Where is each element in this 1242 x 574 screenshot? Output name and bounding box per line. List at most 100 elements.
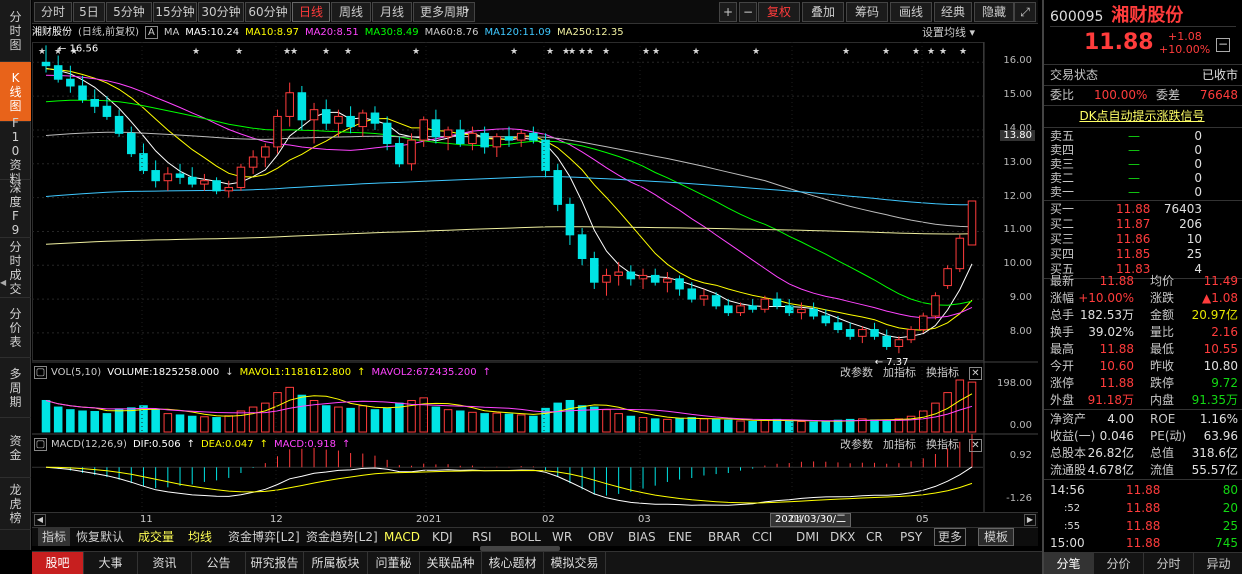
- vol-close-icon[interactable]: ✕: [969, 367, 982, 380]
- event-star-icon[interactable]: ★: [586, 47, 594, 57]
- indicator-tab-9[interactable]: BOLL: [510, 528, 541, 546]
- event-star-icon[interactable]: ★: [959, 47, 967, 57]
- bottom-tab-8[interactable]: 核心题材: [482, 552, 544, 574]
- period-6[interactable]: 日线: [292, 2, 330, 22]
- event-star-icon[interactable]: ★: [546, 47, 554, 57]
- macd-add-indicator[interactable]: 加指标: [883, 438, 916, 451]
- event-star-icon[interactable]: ★: [939, 47, 947, 57]
- macd-edit-params[interactable]: 改参数: [840, 438, 873, 451]
- event-star-icon[interactable]: ★: [568, 47, 576, 57]
- indicator-tab-3[interactable]: 均线: [188, 528, 212, 546]
- bottom-tab-2[interactable]: 资讯: [138, 552, 192, 574]
- event-star-icon[interactable]: ★: [602, 47, 610, 57]
- bottom-tab-0[interactable]: 股吧: [32, 552, 84, 574]
- indicator-tab-16[interactable]: DMI: [796, 528, 819, 546]
- event-star-icon[interactable]: ★: [692, 47, 700, 57]
- indicator-tab-19[interactable]: PSY: [900, 528, 922, 546]
- indicator-tab-10[interactable]: WR: [552, 528, 572, 546]
- toolbar-right-4[interactable]: 筹码: [846, 2, 888, 22]
- indicator-tab-1[interactable]: 恢复默认: [76, 528, 124, 546]
- toolbar-right-6[interactable]: 经典: [934, 2, 972, 22]
- more-periods-dropdown-icon[interactable]: ▾: [465, 6, 469, 15]
- toolbar-right-2[interactable]: 复权: [758, 2, 800, 22]
- indicator-tab-18[interactable]: CR: [866, 528, 883, 546]
- indicator-tab-21[interactable]: 模板: [978, 528, 1015, 546]
- bottom-tab-3[interactable]: 公告: [192, 552, 246, 574]
- event-star-icon[interactable]: ★: [652, 47, 660, 57]
- event-star-icon[interactable]: ★: [235, 47, 243, 57]
- indicator-tab-11[interactable]: OBV: [588, 528, 614, 546]
- period-3[interactable]: 15分钟: [153, 2, 197, 22]
- indicator-tab-4[interactable]: 资金博弈[L2]: [228, 528, 300, 546]
- event-star-icon[interactable]: ★: [412, 47, 420, 57]
- vol-edit-params[interactable]: 改参数: [840, 366, 873, 379]
- bottom-tab-5[interactable]: 所属板块: [304, 552, 368, 574]
- event-star-icon[interactable]: ★: [290, 47, 298, 57]
- event-star-icon[interactable]: ★: [882, 47, 890, 57]
- vol-switch-indicator[interactable]: 换指标: [926, 366, 959, 379]
- date-scrollbar[interactable]: ◀ 2021/03/30/二 ▶ 11 12 2021 02 03 04 05: [32, 512, 1038, 527]
- quote-tab-3[interactable]: 异动: [1194, 553, 1242, 574]
- indicator-tab-13[interactable]: ENE: [668, 528, 692, 546]
- period-5[interactable]: 60分钟: [245, 2, 291, 22]
- side-nav-item-2[interactable]: F10资料: [0, 116, 31, 186]
- scroll-right-icon[interactable]: ▶: [1024, 514, 1036, 526]
- volume-box-icon[interactable]: ▢: [34, 366, 47, 379]
- side-nav-item-3[interactable]: 深度F9: [0, 180, 31, 238]
- indicator-tab-2[interactable]: 成交量: [138, 528, 174, 546]
- dk-signal-link[interactable]: DK点自动提示涨跌信号: [1044, 107, 1240, 125]
- indicator-tab-6[interactable]: MACD: [384, 528, 420, 546]
- event-star-icon[interactable]: ★: [578, 47, 586, 57]
- period-4[interactable]: 30分钟: [198, 2, 244, 22]
- event-star-icon[interactable]: ★: [642, 47, 650, 57]
- event-star-icon[interactable]: ★: [344, 47, 352, 57]
- side-nav-item-5[interactable]: 分价表: [0, 298, 31, 358]
- bottom-tab-4[interactable]: 研究报告: [246, 552, 304, 574]
- side-nav-item-1[interactable]: K线图: [0, 62, 31, 122]
- event-star-icon[interactable]: ★: [38, 47, 46, 57]
- toolbar-right-3[interactable]: 叠加: [802, 2, 844, 22]
- event-star-icon[interactable]: ★: [322, 47, 330, 57]
- indicator-tab-15[interactable]: CCI: [752, 528, 772, 546]
- popout-icon[interactable]: ⤢: [1014, 2, 1036, 22]
- period-1[interactable]: 5日: [73, 2, 105, 22]
- quote-tab-2[interactable]: 分时: [1144, 553, 1194, 574]
- event-star-icon[interactable]: ★: [192, 47, 200, 57]
- side-nav-item-0[interactable]: 分时图: [0, 0, 31, 62]
- indicator-tab-7[interactable]: KDJ: [432, 528, 453, 546]
- macd-switch-indicator[interactable]: 换指标: [926, 438, 959, 451]
- period-8[interactable]: 月线: [372, 2, 412, 22]
- scroll-left-icon[interactable]: ◀: [34, 514, 46, 526]
- vol-add-indicator[interactable]: 加指标: [883, 366, 916, 379]
- bottom-tab-7[interactable]: 关联品种: [420, 552, 482, 574]
- bottom-tab-1[interactable]: 大事: [84, 552, 138, 574]
- collapse-left-icon[interactable]: ◀: [0, 278, 8, 292]
- minimize-icon[interactable]: −: [1216, 38, 1230, 52]
- event-star-icon[interactable]: ★: [927, 47, 935, 57]
- indicator-tab-5[interactable]: 资金趋势[L2]: [306, 528, 378, 546]
- quote-tab-0[interactable]: 分笔: [1044, 553, 1094, 574]
- side-nav-item-8[interactable]: 龙虎榜: [0, 478, 31, 530]
- indicator-tab-17[interactable]: DKX: [830, 528, 855, 546]
- indicator-tab-20[interactable]: 更多: [934, 528, 967, 546]
- toolbar-right-5[interactable]: 画线: [890, 2, 932, 22]
- indicator-tab-14[interactable]: BRAR: [708, 528, 741, 546]
- toolbar-right-7[interactable]: 隐藏: [974, 2, 1014, 22]
- event-star-icon[interactable]: ★: [752, 47, 760, 57]
- period-0[interactable]: 分时: [34, 2, 72, 22]
- bottom-tab-9[interactable]: 模拟交易: [544, 552, 606, 574]
- toolbar-right-1[interactable]: −: [739, 2, 757, 22]
- toolbar-right-0[interactable]: +: [719, 2, 737, 22]
- indicator-tab-12[interactable]: BIAS: [628, 528, 656, 546]
- event-star-icon[interactable]: ★: [842, 47, 850, 57]
- bottom-tab-6[interactable]: 问董秘: [368, 552, 420, 574]
- event-star-icon[interactable]: ★: [912, 47, 920, 57]
- macd-close-icon[interactable]: ✕: [969, 439, 982, 452]
- indicator-tab-8[interactable]: RSI: [472, 528, 492, 546]
- period-7[interactable]: 周线: [331, 2, 371, 22]
- side-nav-item-7[interactable]: 资金: [0, 418, 31, 478]
- side-nav-item-6[interactable]: 多周期: [0, 358, 31, 418]
- macd-box-icon[interactable]: ▢: [34, 438, 47, 451]
- period-2[interactable]: 5分钟: [106, 2, 152, 22]
- indicator-tab-0[interactable]: 指标: [38, 528, 71, 546]
